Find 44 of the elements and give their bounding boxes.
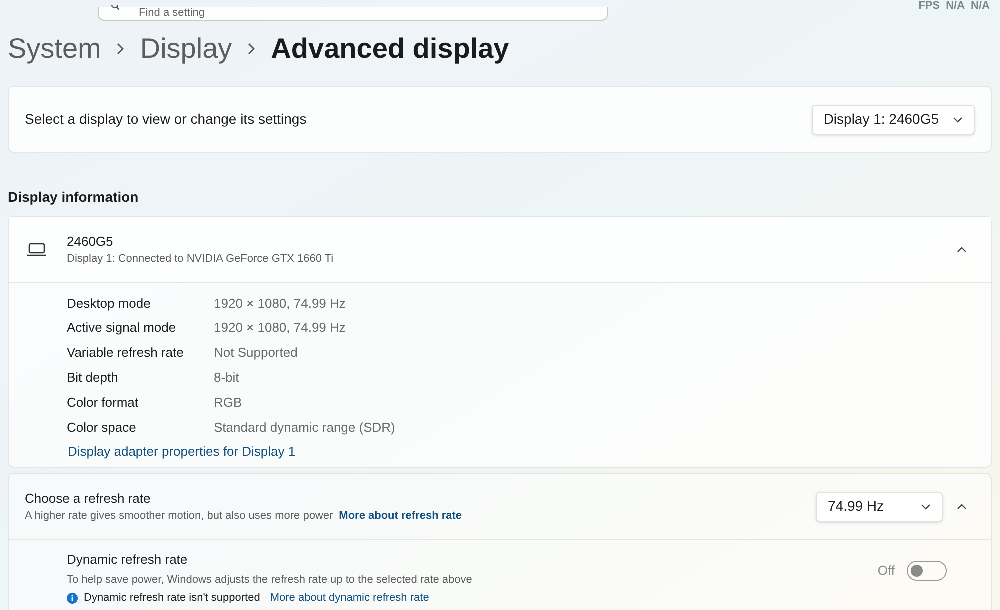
dynamic-refresh-link[interactable]: More about dynamic refresh rate [270,590,430,607]
breadcrumb-item[interactable]: System [8,28,102,70]
fps-label: FPS [918,0,940,12]
search-icon [110,5,120,11]
search-field[interactable]: Find a setting [98,6,608,20]
info-value: Not Supported [214,344,298,362]
info-label: Bit depth [67,369,120,388]
info-value: 1920 × 1080, 74.99 Hz [214,294,346,313]
setting-description: A higher rate gives smoother motion, but also uses more power [25,509,334,524]
info-value: 1920 × 1080, 74.99 Hz [214,319,346,338]
chevron-icon [957,504,967,510]
display-subtitle: Display 1: Connected to NVIDIA GeForce GTX 1660 Ti [67,252,335,267]
fps-value: N/A [946,0,966,12]
info-label: Active signal mode [67,319,178,338]
adapter-properties-link[interactable]: Display adapter properties for Display 1 [68,442,296,462]
chevron-down-icon [953,116,963,122]
display-name: 2460G5 [67,232,114,250]
refresh-rate-link[interactable]: More about refresh rate [339,508,462,525]
setting-title: Choose a refresh rate [25,490,152,508]
breadcrumb-item[interactable]: Display [140,28,232,70]
info-icon [67,593,78,604]
breadcrumb-item: Advanced display [271,32,510,66]
display-dropdown[interactable]: Display 1: 2460G5 [812,104,975,134]
chevron-right-icon [117,43,124,55]
section-title: Display information [7,188,140,207]
info-label: Variable refresh rate [67,344,185,362]
chevron-right-icon [248,43,256,55]
toggle-switch[interactable] [907,560,947,581]
fps-value: N/A [971,0,990,12]
info-value: RGB [214,394,242,412]
info-value: Standard dynamic range (SDR) [214,418,396,437]
info-label: Desktop mode [67,294,152,313]
info-label: Color format [67,394,140,412]
toggle-state: Off [878,562,895,580]
chevron-down-icon [921,504,931,510]
info-label: Color space [67,418,138,437]
chevron-icon [957,246,967,252]
setting-description: To help save power, Windows adjusts the refresh rate up to the selected rate above [67,572,474,588]
info-value: 8-bit [214,369,240,388]
setting-title: Dynamic refresh rate [67,551,189,570]
setting-label: Select a display to view or change its settings [25,110,307,129]
refresh-rate-dropdown[interactable]: 74.99 Hz [816,492,943,522]
laptop-icon [27,242,47,256]
info-note: Dynamic refresh rate isn't supported [84,591,260,606]
